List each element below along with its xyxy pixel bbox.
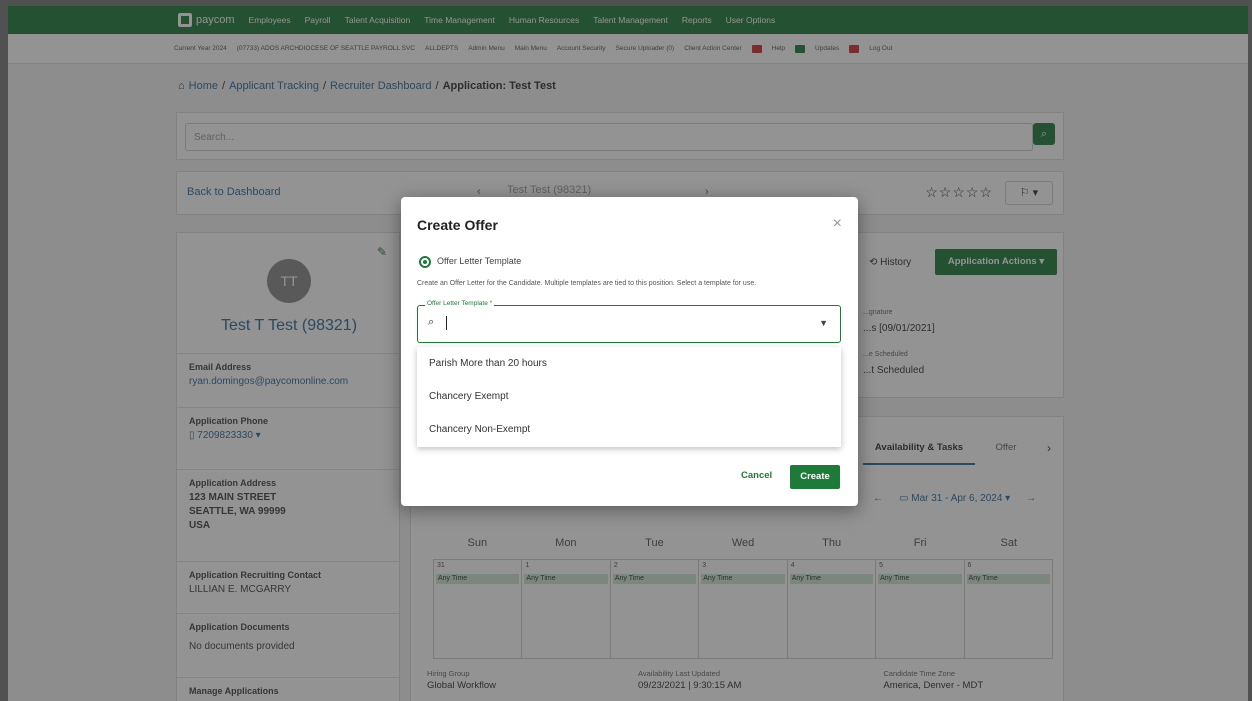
option-item[interactable]: Chancery Non-Exempt [417, 413, 841, 446]
create-offer-dialog: Create Offer × Offer Letter Template Cre… [401, 197, 858, 506]
close-icon[interactable]: × [833, 215, 842, 233]
offer-letter-template-radio[interactable] [419, 256, 431, 268]
create-button[interactable]: Create [790, 465, 840, 489]
search-icon: ⌕ [428, 316, 435, 328]
helper-text: Create an Offer Letter for the Candidate… [417, 280, 757, 287]
cancel-button[interactable]: Cancel [741, 470, 772, 481]
template-options-list: Parish More than 20 hours Chancery Exemp… [417, 347, 841, 447]
radio-label[interactable]: Offer Letter Template [437, 256, 521, 266]
option-item[interactable]: Parish More than 20 hours [417, 347, 841, 380]
offer-letter-template-select[interactable]: ⌕ ▼ [417, 305, 841, 343]
chevron-down-icon[interactable]: ▼ [819, 318, 828, 328]
field-label: Offer Letter Template * [425, 300, 495, 307]
text-cursor [446, 316, 447, 330]
option-item[interactable]: Chancery Exempt [417, 380, 841, 413]
dialog-title: Create Offer [417, 217, 498, 233]
